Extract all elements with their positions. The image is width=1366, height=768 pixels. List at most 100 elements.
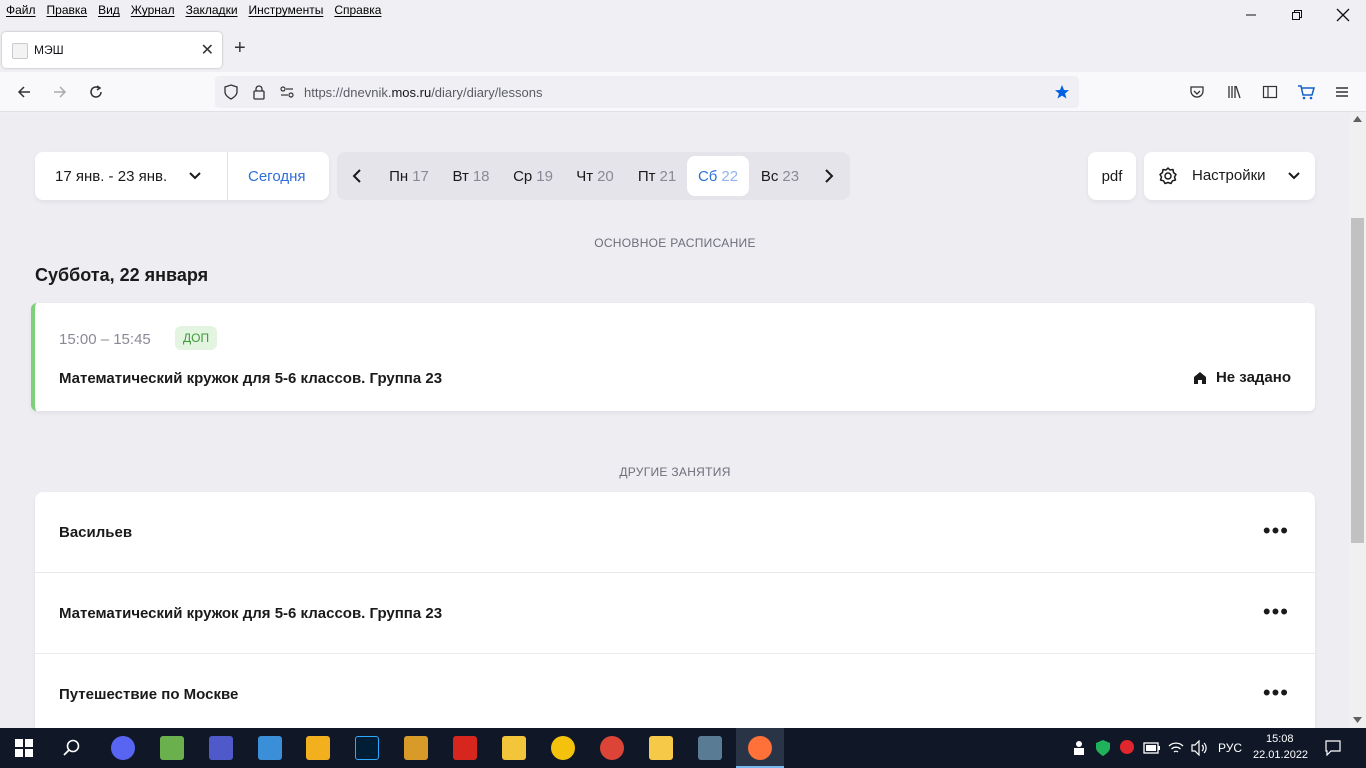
- tray-person-icon[interactable]: [1072, 740, 1086, 756]
- day-sat[interactable]: Сб 22: [687, 156, 749, 196]
- search-icon[interactable]: [63, 739, 81, 757]
- list-item[interactable]: Математический кружок для 5-6 классов. Г…: [35, 573, 1315, 654]
- sidebar-button[interactable]: [1258, 80, 1282, 104]
- app-menu-button[interactable]: [1330, 80, 1354, 104]
- 1c-icon[interactable]: [551, 736, 575, 760]
- list-item[interactable]: Васильев •••: [35, 492, 1315, 573]
- firefox-icon: [748, 736, 772, 760]
- url-path: /diary/diary/lessons: [431, 85, 543, 100]
- scrollbar[interactable]: [1349, 113, 1366, 728]
- more-options-icon[interactable]: •••: [1263, 682, 1289, 704]
- teams-icon[interactable]: [209, 736, 233, 760]
- activity-name: Васильев: [59, 524, 133, 541]
- clock-time[interactable]: 15:08: [1266, 733, 1294, 745]
- lesson-time: 15:00 – 15:45: [59, 331, 151, 348]
- pdf-button[interactable]: pdf: [1088, 152, 1136, 200]
- tab-mesh[interactable]: МЭШ ✕: [2, 32, 222, 68]
- url-domain: mos.ru: [391, 85, 432, 100]
- discord-icon[interactable]: [111, 736, 135, 760]
- permissions-icon[interactable]: [279, 84, 295, 100]
- week-range[interactable]: 17 янв. - 23 янв.: [55, 168, 167, 185]
- url-prefix: https://dnevnik.: [304, 85, 392, 100]
- antivirus-icon[interactable]: [1119, 739, 1135, 755]
- menu-bookmarks[interactable]: Закладки: [186, 3, 238, 17]
- hamburger-menu-icon: [1336, 87, 1348, 97]
- day-fri[interactable]: Пт 21: [627, 156, 687, 196]
- day-number: 23: [782, 167, 800, 185]
- nav-bar: https://dnevnik.mos.ru/diary/diary/lesso…: [0, 72, 1366, 112]
- wifi-icon[interactable]: [1168, 740, 1184, 756]
- photoshop-icon[interactable]: [355, 736, 379, 760]
- list-item[interactable]: Путешествие по Москве •••: [35, 654, 1315, 728]
- calculator-icon[interactable]: [698, 736, 722, 760]
- prev-week-button[interactable]: [345, 164, 369, 188]
- pocket-button[interactable]: [1185, 80, 1209, 104]
- page-content: 17 янв. - 23 янв. Сегодня Пн 17 Вт 18 Ср 19…: [0, 113, 1349, 728]
- menu-view[interactable]: Вид: [98, 3, 120, 17]
- close-icon: [1336, 8, 1350, 22]
- day-name: Сб: [697, 167, 718, 185]
- coin-icon[interactable]: [306, 736, 330, 760]
- more-options-icon[interactable]: •••: [1263, 601, 1289, 623]
- reload-button[interactable]: [84, 80, 108, 104]
- url-bar[interactable]: https://dnevnik.mos.ru/diary/diary/lesso…: [215, 76, 1079, 108]
- divider: [227, 152, 228, 200]
- menu-file[interactable]: Файл: [6, 3, 36, 17]
- lesson-card[interactable]: 15:00 – 15:45 ДОП Математический кружок …: [31, 303, 1315, 411]
- folder-icon[interactable]: [649, 736, 673, 760]
- tab-close-icon[interactable]: ✕: [201, 40, 214, 60]
- day-mon[interactable]: Пн 17: [379, 156, 439, 196]
- language-indicator[interactable]: РУС: [1218, 741, 1242, 755]
- chevron-down-icon[interactable]: [187, 167, 203, 183]
- bookmark-star-icon[interactable]: [1054, 84, 1070, 100]
- lesson-subject[interactable]: Математический кружок для 5-6 классов. Г…: [59, 370, 442, 387]
- menu-history[interactable]: Журнал: [131, 3, 175, 17]
- scroll-up-icon[interactable]: [1353, 116, 1362, 122]
- next-week-button[interactable]: [817, 164, 841, 188]
- day-thu[interactable]: Чт 20: [565, 156, 625, 196]
- restore-button[interactable]: [1274, 0, 1320, 30]
- notifications-icon[interactable]: [1325, 740, 1341, 756]
- more-options-icon[interactable]: •••: [1263, 520, 1289, 542]
- scrollbar-thumb[interactable]: [1351, 218, 1364, 543]
- chrome-icon[interactable]: [600, 736, 624, 760]
- lock-icon[interactable]: [251, 84, 267, 100]
- today-button[interactable]: Сегодня: [248, 168, 306, 185]
- lesson-badge: ДОП: [175, 326, 218, 350]
- shield-icon[interactable]: [223, 84, 239, 100]
- clock-date[interactable]: 22.01.2022: [1253, 749, 1308, 761]
- new-tab-button[interactable]: +: [234, 38, 246, 58]
- computer-icon[interactable]: [258, 736, 282, 760]
- library-button[interactable]: [1222, 80, 1246, 104]
- download-icon[interactable]: [502, 736, 526, 760]
- battery-icon[interactable]: [1143, 741, 1161, 755]
- url-text[interactable]: https://dnevnik.mos.ru/diary/diary/lesso…: [304, 85, 542, 100]
- windows-start-icon[interactable]: [15, 739, 33, 757]
- security-shield-icon[interactable]: [1096, 740, 1110, 756]
- day-wed[interactable]: Ср 19: [503, 156, 563, 196]
- menu-edit[interactable]: Правка: [47, 3, 88, 17]
- back-button[interactable]: [12, 80, 36, 104]
- menu-help[interactable]: Справка: [334, 3, 381, 17]
- acrobat-icon[interactable]: [453, 736, 477, 760]
- taskbar-active-app[interactable]: [736, 728, 784, 768]
- arrow-right-icon: [54, 86, 67, 98]
- scroll-down-icon[interactable]: [1353, 717, 1362, 723]
- reload-icon: [90, 85, 102, 98]
- notepad-icon[interactable]: [160, 736, 184, 760]
- winrar-icon[interactable]: [404, 736, 428, 760]
- minimize-button[interactable]: [1228, 0, 1274, 30]
- day-title: Суббота, 22 января: [35, 265, 209, 285]
- day-number: 22: [721, 167, 739, 185]
- settings-button[interactable]: Настройки: [1144, 152, 1315, 200]
- menu-tools[interactable]: Инструменты: [249, 3, 324, 17]
- other-activities-label: ДРУГИЕ ЗАНЯТИЯ: [619, 465, 731, 479]
- close-window-button[interactable]: [1320, 0, 1366, 30]
- cart-button[interactable]: [1294, 80, 1318, 104]
- day-sun[interactable]: Вс 23: [750, 156, 810, 196]
- day-tue[interactable]: Вт 18: [441, 156, 501, 196]
- forward-button[interactable]: [48, 80, 72, 104]
- day-number: 20: [597, 167, 614, 185]
- week-selector[interactable]: 17 янв. - 23 янв. Сегодня: [35, 152, 329, 200]
- volume-icon[interactable]: [1191, 740, 1209, 756]
